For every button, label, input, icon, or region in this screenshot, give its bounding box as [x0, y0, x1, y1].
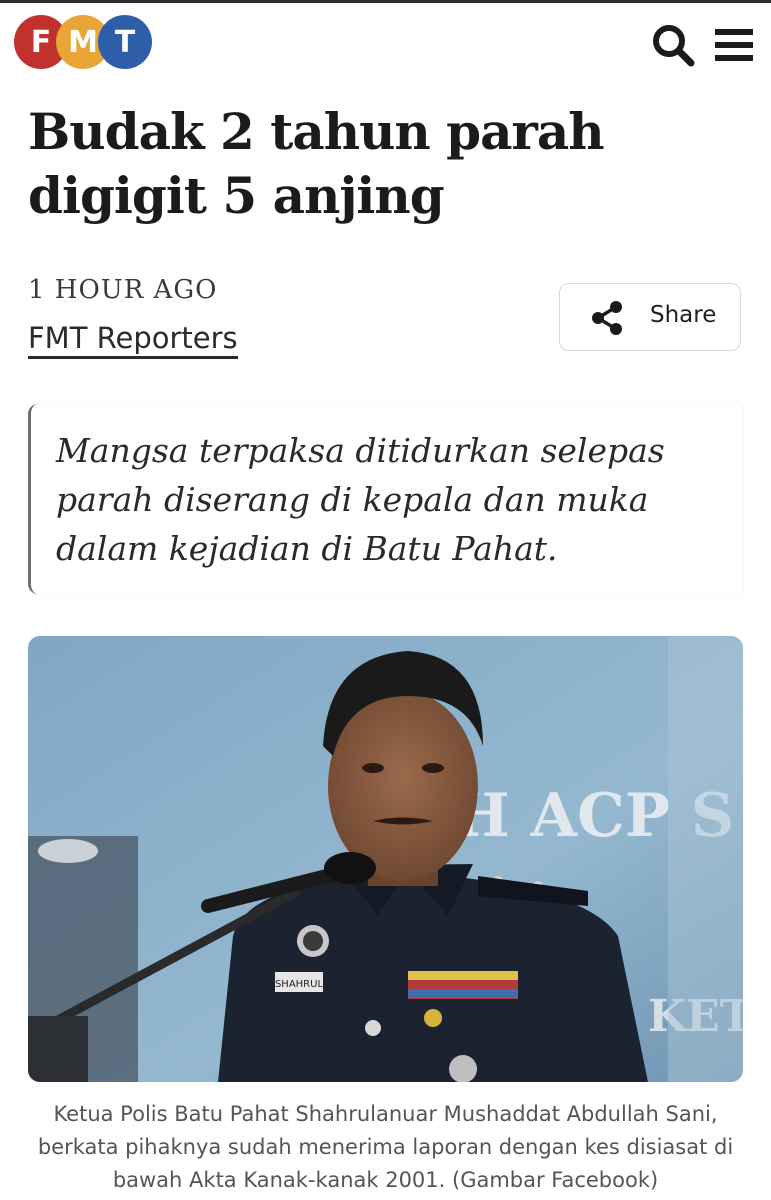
- article-photo[interactable]: H ACP S KET SHAHRUL: [28, 636, 743, 1082]
- name-tag: SHAHRUL: [275, 979, 323, 990]
- logo-letter-t: T: [98, 15, 152, 69]
- search-icon: [653, 25, 695, 67]
- fmt-logo[interactable]: F M T: [14, 15, 154, 73]
- share-icon: [592, 301, 622, 335]
- menu-button[interactable]: [710, 20, 760, 70]
- hamburger-menu-icon: [715, 29, 753, 61]
- share-button[interactable]: Share: [559, 283, 741, 351]
- search-button[interactable]: [648, 20, 698, 70]
- article-standfirst: Mangsa terpaksa ditidurkan selepas parah…: [28, 404, 742, 594]
- author-link[interactable]: FMT Reporters: [28, 320, 238, 359]
- top-border: [0, 0, 771, 3]
- photo-illustration: H ACP S KET SHAHRUL: [28, 636, 743, 1082]
- standfirst-text: Mangsa terpaksa ditidurkan selepas parah…: [56, 431, 665, 568]
- article-timestamp: 1 HOUR AGO: [28, 275, 218, 305]
- article-title: Budak 2 tahun parah digigit 5 anjing: [28, 102, 605, 225]
- photo-caption: Ketua Polis Batu Pahat Shahrulanuar Mush…: [37, 1102, 734, 1192]
- share-label: Share: [650, 302, 717, 328]
